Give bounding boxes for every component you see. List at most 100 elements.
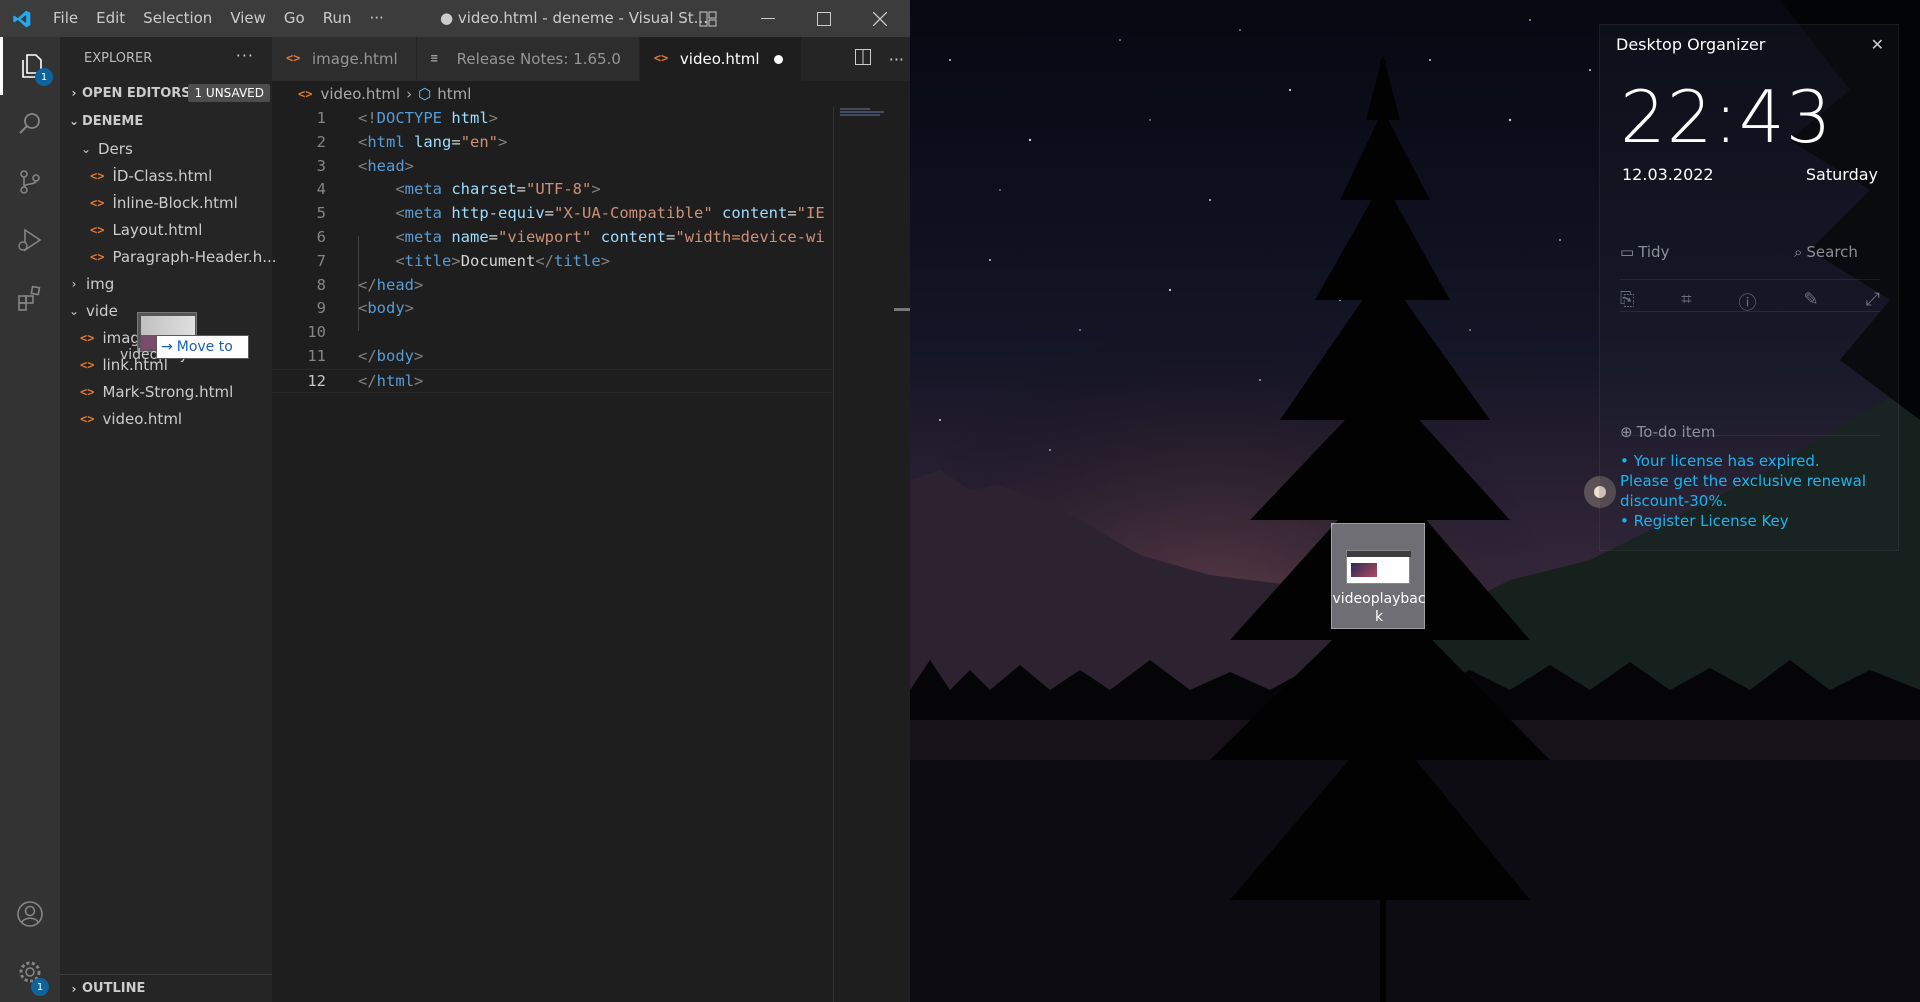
license-expired-link[interactable]: • Your license has expired. Please get t… xyxy=(1620,451,1870,511)
line-number: 2 xyxy=(316,132,326,151)
code-line[interactable]: 8 </head> xyxy=(272,274,832,298)
tree-file[interactable]: <> video.html xyxy=(60,405,272,432)
tab-video-html[interactable]: <> video.html xyxy=(639,37,802,81)
code-token: "X-UA-Compatible" xyxy=(554,204,713,223)
explorer-icon[interactable]: 1 xyxy=(0,37,60,95)
file-label: Mark-Strong.html xyxy=(102,382,234,401)
maximize-icon[interactable] xyxy=(796,0,852,37)
code-token: "width=device-wi xyxy=(675,227,825,246)
code-line[interactable]: 1 <!DOCTYPE html> xyxy=(272,107,832,131)
close-window-icon[interactable] xyxy=(852,0,908,37)
close-icon[interactable]: ✕ xyxy=(1871,35,1884,54)
html-file-icon: <> xyxy=(80,330,95,345)
code-text: <title>Document</title> xyxy=(358,250,610,274)
code-line[interactable]: 4 <meta charset="UTF-8"> xyxy=(272,178,832,202)
menu-view[interactable]: View xyxy=(221,0,275,37)
code-token: > xyxy=(498,132,508,151)
tab-image-html[interactable]: <> image.html xyxy=(272,37,417,81)
search-button[interactable]: ⌕ Search xyxy=(1794,243,1884,261)
chevron-right-icon: › xyxy=(71,276,77,291)
search-icon[interactable] xyxy=(0,95,60,153)
code-line[interactable]: 2 <html lang="en"> xyxy=(272,131,832,155)
layout-icon[interactable] xyxy=(690,0,726,37)
code-line[interactable]: 6 <meta name="viewport" content="width=d… xyxy=(272,226,832,250)
split-editor-icon[interactable] xyxy=(854,49,871,69)
outline-section[interactable]: › OUTLINE xyxy=(60,974,272,1002)
tab-label: Release Notes: 1.65.0 xyxy=(456,50,621,68)
register-license-link[interactable]: • Register License Key xyxy=(1620,511,1870,531)
extensions-icon[interactable] xyxy=(0,269,60,327)
code-line[interactable]: 3 <head> xyxy=(272,155,832,179)
code-token: > xyxy=(404,299,415,318)
breadcrumb-symbol[interactable]: html xyxy=(437,85,471,103)
run-debug-icon[interactable] xyxy=(0,211,60,269)
tree-file[interactable]: <> İD-Class.html xyxy=(60,162,272,189)
file-thumbnail xyxy=(1346,550,1411,584)
html-file-icon: <> xyxy=(90,249,105,264)
workspace-section[interactable]: ⌄ DENEME xyxy=(60,107,272,135)
explorer-more-icon[interactable]: ··· xyxy=(236,46,254,65)
html-file-icon: <> xyxy=(80,357,95,372)
line-number: 8 xyxy=(316,275,326,294)
tree-file[interactable]: <> Layout.html xyxy=(60,216,272,243)
source-control-icon[interactable] xyxy=(0,153,60,211)
minimize-icon[interactable] xyxy=(740,0,796,37)
code-token: </ xyxy=(358,275,377,294)
minimap[interactable] xyxy=(840,107,896,137)
open-editors-section[interactable]: › OPEN EDITORS 1 UNSAVED xyxy=(60,79,272,107)
menu-run[interactable]: Run xyxy=(314,0,361,37)
chevron-down-icon: ⌄ xyxy=(68,303,80,318)
todo-item[interactable]: ⊕ To-do item xyxy=(1620,423,1880,441)
code-line[interactable]: 7 <title>Document</title> xyxy=(272,250,832,274)
vscode-window: File Edit Selection View Go Run ··· ● vi… xyxy=(0,0,910,1002)
code-token: DOCTYPE xyxy=(376,109,442,127)
tab-release-notes[interactable]: ≡ Release Notes: 1.65.0 xyxy=(416,37,640,81)
code-line[interactable]: 5 <meta http-equiv="X-UA-Compatible" con… xyxy=(272,202,832,226)
desktop[interactable]: Desktop Organizer ✕ 22:43 12.03.2022 Sat… xyxy=(910,0,1920,1002)
clock-time: 22:43 xyxy=(1620,75,1833,159)
breadcrumb-file[interactable]: video.html xyxy=(320,85,400,103)
code-editor[interactable]: 1 <!DOCTYPE html> 2 <html lang="en"> 3 <head>… xyxy=(272,107,832,1002)
code-line[interactable]: 12 </html> xyxy=(272,368,832,393)
desktop-file-icon[interactable]: videoplayback xyxy=(1331,523,1426,629)
folder-img[interactable]: › img xyxy=(60,270,272,297)
window-title: ● video.html - deneme - Visual St... xyxy=(440,9,708,27)
code-token: <! xyxy=(358,109,377,127)
code-token: > xyxy=(404,156,415,175)
line-number: 7 xyxy=(316,251,326,270)
tree-file[interactable]: <> Paragraph-Header.h... xyxy=(60,243,277,270)
code-token: html xyxy=(451,109,489,127)
code-line[interactable]: 11 </body> xyxy=(272,345,832,369)
scrollbar-track[interactable] xyxy=(833,107,834,1002)
symbol-element-icon: ⬡ xyxy=(418,85,432,103)
unsaved-dot-icon[interactable] xyxy=(773,54,783,64)
code-text: <meta name="viewport" content="width=dev… xyxy=(358,226,825,250)
folder-ders[interactable]: ⌄ Ders xyxy=(60,135,272,162)
desktop-organizer-widget: Desktop Organizer ✕ 22:43 12.03.2022 Sat… xyxy=(1599,24,1899,551)
menu-edit[interactable]: Edit xyxy=(87,0,134,37)
settings-gear-icon[interactable]: 1 xyxy=(0,943,60,1001)
code-token: > xyxy=(414,346,424,365)
code-token: < xyxy=(395,180,405,199)
code-text: </head> xyxy=(358,274,423,298)
menu-selection[interactable]: Selection xyxy=(134,0,221,37)
more-actions-icon[interactable]: ··· xyxy=(889,50,904,69)
outline-label: OUTLINE xyxy=(82,981,146,996)
menu-go[interactable]: Go xyxy=(275,0,314,37)
code-line[interactable]: 10 xyxy=(272,321,832,345)
code-line[interactable]: 9 <body> xyxy=(272,297,832,321)
menu-file[interactable]: File xyxy=(44,0,87,37)
vscode-logo-icon[interactable] xyxy=(0,0,44,37)
menu-more[interactable]: ··· xyxy=(361,0,393,37)
tree-file[interactable]: <> Mark-Strong.html xyxy=(60,378,272,405)
scrollbar-indicator[interactable] xyxy=(894,308,910,311)
tree-file[interactable]: <> İnline-Block.html xyxy=(60,189,272,216)
code-token: content xyxy=(722,204,788,223)
todo-label: To-do item xyxy=(1636,423,1716,441)
code-token: "UTF-8" xyxy=(526,180,592,199)
code-token: = xyxy=(666,227,676,246)
account-icon[interactable] xyxy=(0,885,60,943)
